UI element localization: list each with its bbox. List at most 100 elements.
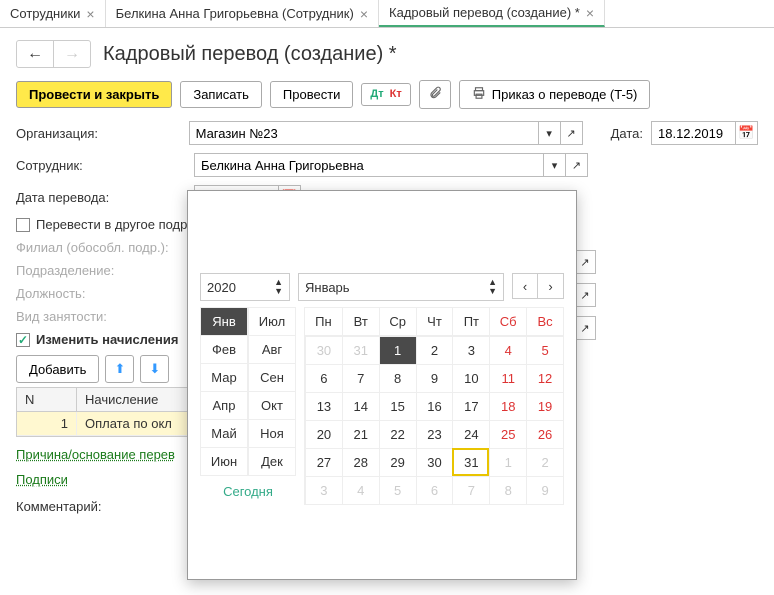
org-dropdown-button[interactable]: ▾ — [539, 121, 561, 145]
day-cell[interactable]: 17 — [452, 392, 489, 420]
month-cell[interactable]: Дек — [248, 448, 296, 476]
day-cell[interactable]: 20 — [305, 420, 342, 448]
day-cell[interactable]: 1 — [489, 448, 526, 476]
next-month-button[interactable]: › — [538, 273, 564, 299]
date-picker-button[interactable]: 📅 — [736, 121, 758, 145]
day-cell[interactable]: 30 — [416, 448, 453, 476]
year-value: 2020 — [207, 280, 236, 295]
day-cell[interactable]: 9 — [526, 476, 563, 504]
day-cell[interactable]: 1 — [379, 336, 416, 364]
day-cell[interactable]: 10 — [452, 364, 489, 392]
day-cell[interactable]: 26 — [526, 420, 563, 448]
day-cell[interactable]: 16 — [416, 392, 453, 420]
day-cell[interactable]: 9 — [416, 364, 453, 392]
day-cell[interactable]: 23 — [416, 420, 453, 448]
day-cell[interactable]: 15 — [379, 392, 416, 420]
day-cell[interactable]: 8 — [489, 476, 526, 504]
day-cell[interactable]: 6 — [416, 476, 453, 504]
org-input[interactable] — [189, 121, 539, 145]
signatures-link[interactable]: Подписи — [16, 472, 68, 487]
day-cell[interactable]: 7 — [452, 476, 489, 504]
day-cell[interactable]: 4 — [489, 336, 526, 364]
branch-label: Филиал (обособл. подр.): — [16, 240, 186, 255]
day-cell[interactable]: 31 — [342, 336, 379, 364]
dtkt-button[interactable]: ДтКт — [361, 83, 410, 106]
close-icon[interactable]: × — [360, 6, 368, 22]
month-cell[interactable]: Июл — [248, 308, 296, 336]
tab[interactable]: Белкина Анна Григорьевна (Сотрудник)× — [106, 0, 379, 27]
post-button[interactable]: Провести — [270, 81, 354, 108]
close-icon[interactable]: × — [586, 5, 594, 21]
today-link[interactable]: Сегодня — [200, 476, 296, 507]
print-order-button[interactable]: Приказ о переводе (T-5) — [459, 80, 651, 109]
month-cell[interactable]: Фев — [200, 336, 248, 364]
day-cell[interactable]: 14 — [342, 392, 379, 420]
day-cell[interactable]: 12 — [526, 364, 563, 392]
nav-buttons: ← → — [16, 40, 91, 68]
back-button[interactable]: ← — [17, 41, 53, 67]
day-cell[interactable]: 2 — [416, 336, 453, 364]
date-label: Дата: — [611, 126, 643, 141]
month-cell[interactable]: Янв — [200, 308, 248, 336]
save-button[interactable]: Записать — [180, 81, 262, 108]
tab[interactable]: Сотрудники× — [0, 0, 106, 27]
employee-dropdown-button[interactable]: ▾ — [544, 153, 566, 177]
day-cell[interactable]: 7 — [342, 364, 379, 392]
branch-open-button[interactable]: ↗ — [574, 250, 596, 274]
transfer-elsewhere-checkbox[interactable] — [16, 218, 30, 232]
col-n-header[interactable]: N — [17, 388, 77, 411]
add-row-button[interactable]: Добавить — [16, 355, 99, 383]
day-cell[interactable]: 27 — [305, 448, 342, 476]
day-cell[interactable]: 3 — [452, 336, 489, 364]
month-cell[interactable]: Июн — [200, 448, 248, 476]
day-cell[interactable]: 11 — [489, 364, 526, 392]
position-open-button[interactable]: ↗ — [574, 316, 596, 340]
day-cell[interactable]: 13 — [305, 392, 342, 420]
day-cell[interactable]: 4 — [342, 476, 379, 504]
day-cell[interactable]: 22 — [379, 420, 416, 448]
tab-bar: Сотрудники×Белкина Анна Григорьевна (Сот… — [0, 0, 774, 28]
tab[interactable]: Кадровый перевод (создание) *× — [379, 0, 605, 27]
date-input[interactable] — [651, 121, 736, 145]
day-cell[interactable]: 29 — [379, 448, 416, 476]
prev-month-button[interactable]: ‹ — [512, 273, 538, 299]
post-and-close-button[interactable]: Провести и закрыть — [16, 81, 172, 108]
month-cell[interactable]: Апр — [200, 392, 248, 420]
month-cell[interactable]: Сен — [248, 364, 296, 392]
day-cell[interactable]: 21 — [342, 420, 379, 448]
day-cell[interactable]: 30 — [305, 336, 342, 364]
kt-icon: Кт — [390, 89, 402, 100]
day-cell[interactable]: 3 — [305, 476, 342, 504]
day-cell[interactable]: 19 — [526, 392, 563, 420]
reason-link[interactable]: Причина/основание перев — [16, 447, 175, 462]
day-cell[interactable]: 8 — [379, 364, 416, 392]
forward-button[interactable]: → — [53, 41, 90, 67]
move-down-button[interactable]: ⬇ — [140, 355, 169, 383]
division-open-button[interactable]: ↗ — [574, 283, 596, 307]
day-cell[interactable]: 6 — [305, 364, 342, 392]
day-cell[interactable]: 5 — [379, 476, 416, 504]
day-cell[interactable]: 5 — [526, 336, 563, 364]
month-cell[interactable]: Май — [200, 420, 248, 448]
move-up-button[interactable]: ⬆ — [105, 355, 134, 383]
employee-open-button[interactable]: ↗ — [566, 153, 588, 177]
day-cell[interactable]: 24 — [452, 420, 489, 448]
month-grid: ЯнвИюлФевАвгМарСенАпрОктМайНояИюнДекСего… — [200, 307, 296, 507]
month-cell[interactable]: Ноя — [248, 420, 296, 448]
close-icon[interactable]: × — [86, 6, 94, 22]
day-cell[interactable]: 2 — [526, 448, 563, 476]
org-open-button[interactable]: ↗ — [561, 121, 583, 145]
year-selector[interactable]: 2020 ▲▼ — [200, 273, 290, 301]
month-cell[interactable]: Мар — [200, 364, 248, 392]
month-cell[interactable]: Авг — [248, 336, 296, 364]
org-label: Организация: — [16, 126, 181, 141]
day-cell[interactable]: 25 — [489, 420, 526, 448]
change-accruals-checkbox[interactable] — [16, 333, 30, 347]
month-selector[interactable]: Январь ▲▼ — [298, 273, 504, 301]
attach-button[interactable] — [419, 80, 451, 109]
day-cell[interactable]: 28 — [342, 448, 379, 476]
month-cell[interactable]: Окт — [248, 392, 296, 420]
day-cell[interactable]: 18 — [489, 392, 526, 420]
day-cell[interactable]: 31 — [452, 448, 489, 476]
employee-input[interactable] — [194, 153, 544, 177]
